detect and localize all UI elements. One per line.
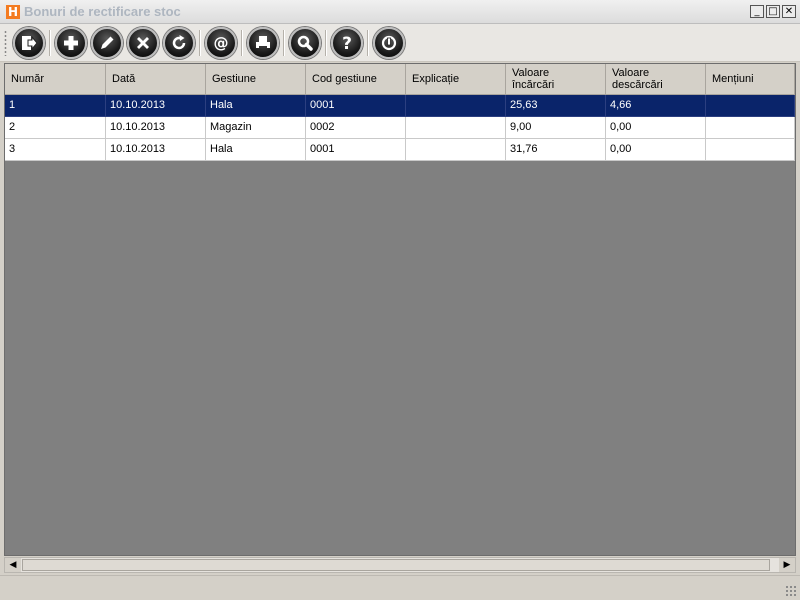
toolbar: @ ? [0,24,800,62]
table-cell[interactable]: 31,76 [506,139,606,161]
help-button[interactable]: ? [331,27,363,59]
table-cell[interactable]: 10.10.2013 [106,95,206,117]
help-icon: ? [342,34,352,53]
table-cell[interactable]: Hala [206,139,306,161]
title-bar: H Bonuri de rectificare stoc _ □ ✕ [0,0,800,24]
svg-text:@: @ [214,34,229,52]
data-grid[interactable]: Număr Dată Gestiune Cod gestiune Explica… [4,63,796,556]
refresh-button[interactable] [163,27,195,59]
column-header-valoare-descarcari[interactable]: Valoare descărcări [606,64,706,95]
column-header-explicatie[interactable]: Explicație [406,64,506,95]
column-header-valoare-incarcari[interactable]: Valoare încărcări [506,64,606,95]
refresh-icon [172,35,186,50]
table-cell[interactable]: 0,00 [606,139,706,161]
add-icon [64,36,78,50]
window-title: Bonuri de rectificare stoc [24,4,181,19]
scroll-left-arrow-icon[interactable]: ◀ [5,558,21,572]
resize-grip-icon[interactable] [785,585,797,597]
email-icon: @ [214,34,229,52]
table-row[interactable]: 1 10.10.2013 Hala 0001 25,63 4,66 [5,95,795,117]
grid-header: Număr Dată Gestiune Cod gestiune Explica… [5,64,795,95]
table-cell[interactable] [406,139,506,161]
table-cell[interactable]: 4,66 [606,95,706,117]
table-cell[interactable]: 25,63 [506,95,606,117]
svg-text:?: ? [342,34,352,53]
table-cell[interactable] [706,95,795,117]
toolbar-separator [283,30,284,56]
delete-icon [137,37,149,49]
add-button[interactable] [55,27,87,59]
toolbar-separator [241,30,242,56]
table-cell[interactable]: 0001 [306,95,406,117]
table-cell[interactable]: 0001 [306,139,406,161]
email-button[interactable]: @ [205,27,237,59]
edit-button[interactable] [91,27,123,59]
table-cell[interactable]: 0,00 [606,117,706,139]
toolbar-separator [199,30,200,56]
column-header-gestiune[interactable]: Gestiune [206,64,306,95]
table-cell[interactable] [406,95,506,117]
horizontal-scrollbar[interactable]: ◀ ▶ [4,557,796,573]
toolbar-separator [367,30,368,56]
table-cell[interactable] [406,117,506,139]
toolbar-grip[interactable] [4,30,7,56]
search-button[interactable] [289,27,321,59]
print-icon [256,36,270,48]
print-button[interactable] [247,27,279,59]
column-header-numar[interactable]: Număr [5,64,106,95]
table-cell[interactable] [706,117,795,139]
toolbar-separator [325,30,326,56]
table-cell[interactable]: 2 [5,117,106,139]
column-header-mentiuni[interactable]: Mențiuni [706,64,795,95]
scroll-right-arrow-icon[interactable]: ▶ [779,558,795,572]
power-button[interactable] [373,27,405,59]
column-header-data[interactable]: Dată [106,64,206,95]
exit-icon [22,35,38,51]
search-icon [297,35,313,51]
edit-icon [101,36,114,49]
table-cell[interactable]: 0002 [306,117,406,139]
scroll-thumb[interactable] [22,559,770,571]
status-bar [0,575,800,600]
app-logo-icon: H [6,5,20,19]
close-button[interactable]: ✕ [782,5,796,18]
table-cell[interactable]: Magazin [206,117,306,139]
table-row[interactable]: 3 10.10.2013 Hala 0001 31,76 0,00 [5,139,795,161]
exit-button[interactable] [13,27,45,59]
table-cell[interactable] [706,139,795,161]
table-cell[interactable]: Hala [206,95,306,117]
column-header-cod-gestiune[interactable]: Cod gestiune [306,64,406,95]
table-cell[interactable]: 10.10.2013 [106,117,206,139]
power-icon [381,35,397,51]
minimize-button[interactable]: _ [750,5,764,18]
maximize-button[interactable]: □ [766,5,780,18]
table-cell[interactable]: 1 [5,95,106,117]
table-cell[interactable]: 9,00 [506,117,606,139]
table-cell[interactable]: 3 [5,139,106,161]
table-row[interactable]: 2 10.10.2013 Magazin 0002 9,00 0,00 [5,117,795,139]
table-cell[interactable]: 10.10.2013 [106,139,206,161]
delete-button[interactable] [127,27,159,59]
toolbar-separator [49,30,50,56]
